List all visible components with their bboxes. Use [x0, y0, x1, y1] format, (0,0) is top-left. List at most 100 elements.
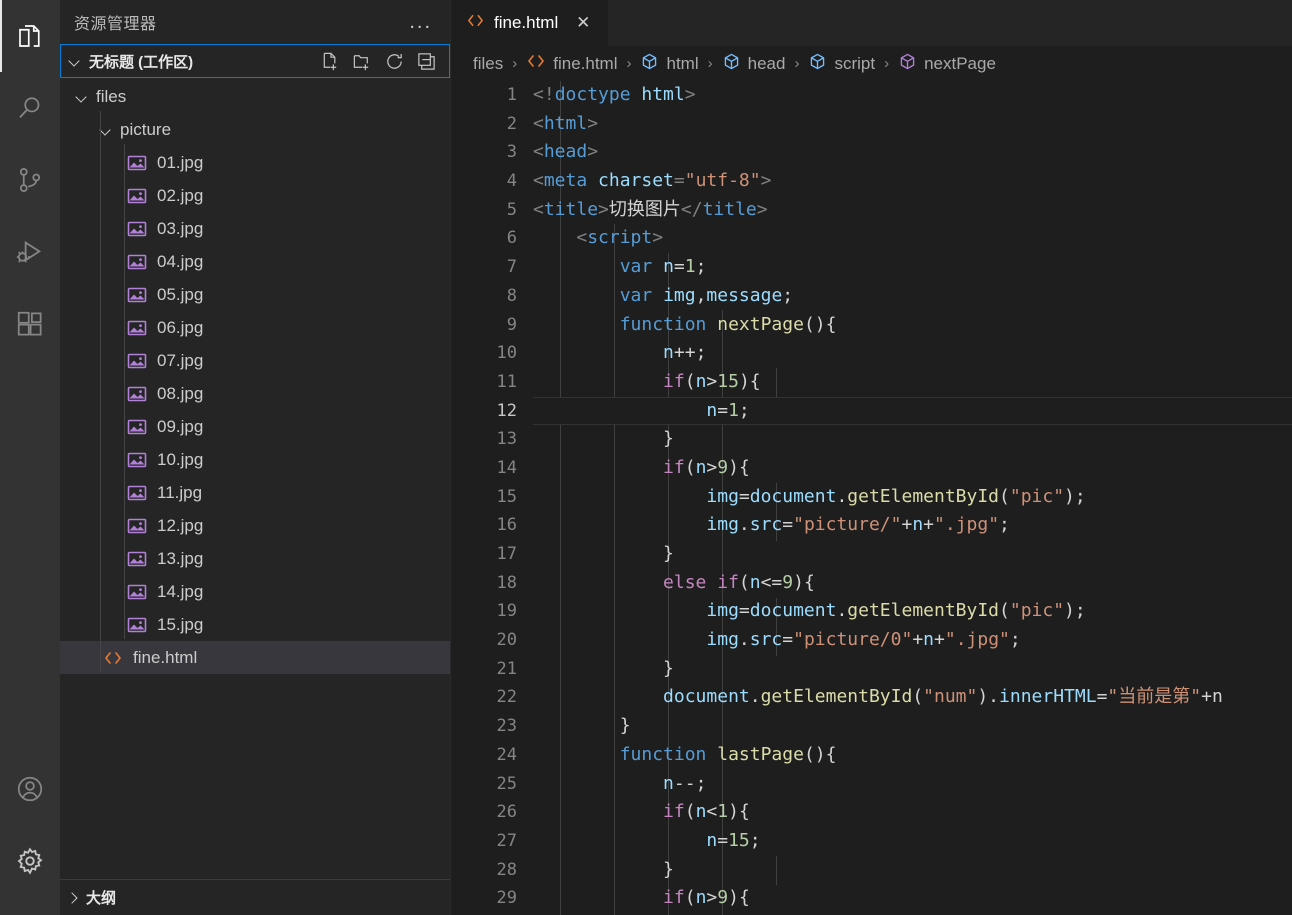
breadcrumb-item-head[interactable]: head — [722, 52, 785, 76]
code-line[interactable]: } — [533, 712, 1292, 741]
tree-file-11.jpg[interactable]: 11.jpg — [60, 476, 450, 509]
code-line[interactable]: <html> — [533, 110, 1292, 139]
tab-label: fine.html — [494, 13, 559, 32]
code-line[interactable]: img.src="picture/0"+n+".jpg"; — [533, 626, 1292, 655]
code-token: ( — [684, 887, 696, 909]
tree-item-label: files — [96, 86, 127, 106]
workspace-section-header[interactable]: 无标题 (工作区) — [60, 44, 450, 78]
file-tree[interactable]: files picture 01.jpg 02.jpg 03.jpg 04.jpg… — [60, 78, 450, 879]
collapse-all-icon[interactable] — [416, 51, 437, 72]
tab-fine-html[interactable]: fine.html ✕ — [451, 0, 609, 46]
code-token: n — [695, 887, 707, 909]
code-line[interactable]: <head> — [533, 138, 1292, 167]
code-token: (){ — [803, 743, 837, 765]
code-line[interactable]: else if(n<=9){ — [533, 569, 1292, 598]
code-token: "当前是第" — [1107, 686, 1202, 708]
code-line[interactable]: n=15; — [533, 827, 1292, 856]
tree-file-15.jpg[interactable]: 15.jpg — [60, 608, 450, 641]
code-token: head — [543, 141, 588, 163]
code-line[interactable]: <script> — [533, 224, 1292, 253]
activity-item-settings[interactable] — [0, 825, 60, 897]
activity-item-extensions[interactable] — [0, 288, 60, 360]
code-line[interactable]: img=document.getElementById("pic"); — [533, 483, 1292, 512]
code-content[interactable]: <!doctype html> <html> <head> <meta charset… — [533, 81, 1292, 915]
code-token: function — [619, 313, 707, 335]
line-number: 2 — [506, 113, 517, 134]
breadcrumb-item-fine-html[interactable]: fine.html — [526, 51, 617, 76]
tree-file-12.jpg[interactable]: 12.jpg — [60, 509, 450, 542]
code-line[interactable]: } — [533, 856, 1292, 885]
code-token: = — [782, 514, 794, 536]
code-line[interactable]: document.getElementById("num").innerHTML… — [533, 683, 1292, 712]
breadcrumb-item-script[interactable]: script — [808, 52, 875, 76]
line-number: 23 — [496, 716, 517, 737]
line-number: 19 — [496, 601, 517, 622]
code-line[interactable]: n--; — [533, 770, 1292, 799]
code-line[interactable]: img.src="picture/"+n+".jpg"; — [533, 511, 1292, 540]
activity-item-accounts[interactable] — [0, 753, 60, 825]
tree-file-05.jpg[interactable]: 05.jpg — [60, 278, 450, 311]
code-line[interactable]: } — [533, 655, 1292, 684]
new-file-icon[interactable] — [320, 51, 341, 72]
breadcrumb-item-nextPage[interactable]: nextPage — [898, 52, 996, 76]
code-token: document — [749, 600, 837, 622]
tree-folder-picture[interactable]: picture — [60, 113, 450, 146]
code-line[interactable]: function nextPage(){ — [533, 311, 1292, 340]
tree-file-14.jpg[interactable]: 14.jpg — [60, 575, 450, 608]
code-line[interactable]: if(n<1){ — [533, 798, 1292, 827]
breadcrumb-item-html[interactable]: html — [640, 52, 699, 76]
code-token: < — [533, 112, 544, 134]
activity-item-search[interactable] — [0, 72, 60, 144]
line-number: 25 — [496, 773, 517, 794]
tree-file-04.jpg[interactable]: 04.jpg — [60, 245, 450, 278]
tree-file-03.jpg[interactable]: 03.jpg — [60, 212, 450, 245]
image-file-icon — [126, 548, 148, 570]
code-line[interactable]: } — [533, 425, 1292, 454]
tree-file-07.jpg[interactable]: 07.jpg — [60, 344, 450, 377]
close-icon[interactable]: ✕ — [571, 11, 595, 35]
activity-item-source-control[interactable] — [0, 144, 60, 216]
tree-folder-files[interactable]: files — [60, 80, 450, 113]
tree-file-01.jpg[interactable]: 01.jpg — [60, 146, 450, 179]
tree-item-label: 05.jpg — [157, 284, 204, 304]
tree-file-06.jpg[interactable]: 06.jpg — [60, 311, 450, 344]
code-editor[interactable]: 1 2 3 4 5 6 7 8 9 10 11 12 13 14 15 16 17 18 19 20 21 22 23 24 2… — [451, 81, 1292, 915]
code-token: n — [706, 829, 718, 851]
code-token: ); — [1064, 485, 1086, 507]
code-token: "num" — [923, 686, 978, 708]
code-line[interactable]: <title>切换图片</title> — [533, 196, 1292, 225]
image-file-icon — [126, 482, 148, 504]
code-line[interactable]: <meta charset="utf-8"> — [533, 167, 1292, 196]
code-line[interactable]: if(n>15){ — [533, 368, 1292, 397]
code-line[interactable]: var n=1; — [533, 253, 1292, 282]
refresh-icon[interactable] — [384, 51, 405, 72]
outline-section-header[interactable]: 大纲 — [60, 879, 450, 915]
code-token: . — [749, 686, 761, 708]
new-folder-icon[interactable] — [352, 51, 373, 72]
tree-file-13.jpg[interactable]: 13.jpg — [60, 542, 450, 575]
line-number-gutter: 1 2 3 4 5 6 7 8 9 10 11 12 13 14 15 16 17 18 19 20 21 22 23 24 2… — [451, 81, 533, 915]
code-line[interactable]: var img,message; — [533, 282, 1292, 311]
code-line[interactable]: if(n>9){ — [533, 884, 1292, 913]
activity-item-explorer[interactable] — [0, 0, 60, 72]
code-line[interactable]: } — [533, 540, 1292, 569]
code-line[interactable]: img=document.getElementById("pic"); — [533, 597, 1292, 626]
sidebar-more-actions-icon[interactable]: ... — [409, 12, 432, 32]
code-line[interactable]: n=1; — [533, 396, 1292, 426]
tree-file-10.jpg[interactable]: 10.jpg — [60, 443, 450, 476]
breadcrumb-item-files[interactable]: files — [473, 54, 503, 74]
code-token: "pic" — [1009, 485, 1065, 507]
tree-file-02.jpg[interactable]: 02.jpg — [60, 179, 450, 212]
tree-file-08.jpg[interactable]: 08.jpg — [60, 377, 450, 410]
code-line[interactable]: n++; — [533, 339, 1292, 368]
code-line[interactable]: if(n>9){ — [533, 454, 1292, 483]
code-token: if — [663, 370, 685, 392]
code-line[interactable]: function lastPage(){ — [533, 741, 1292, 770]
code-token: lastPage — [717, 743, 804, 765]
activity-item-run-and-debug[interactable] — [0, 216, 60, 288]
code-line[interactable]: <!doctype html> — [533, 81, 1292, 110]
tree-file-fine.html[interactable]: fine.html — [60, 641, 450, 674]
tree-file-09.jpg[interactable]: 09.jpg — [60, 410, 450, 443]
